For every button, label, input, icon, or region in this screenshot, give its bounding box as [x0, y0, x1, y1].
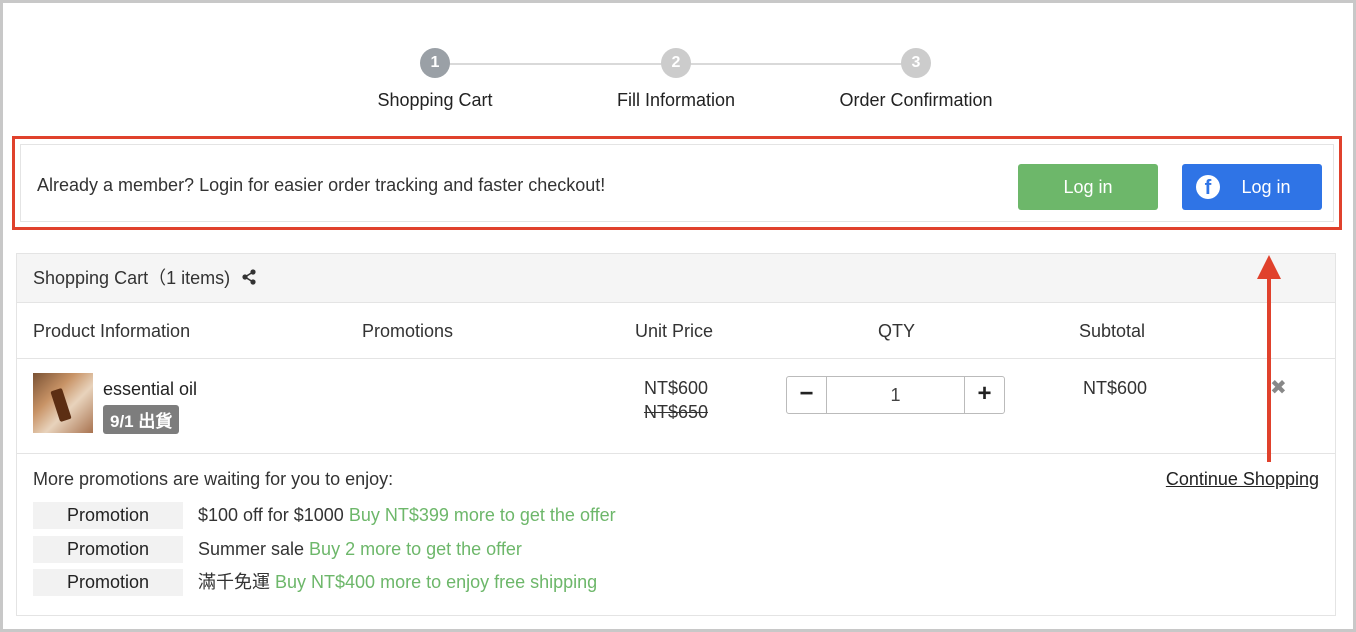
facebook-icon: f	[1196, 175, 1220, 199]
unit-price: NT$600	[643, 378, 709, 398]
promotions-section: More promotions are waiting for you to e…	[17, 454, 1335, 614]
annotation-arrow-shaft	[1267, 274, 1271, 462]
step-label: Fill Information	[616, 90, 736, 110]
shipping-date-badge: 9/1 出貨	[103, 405, 180, 434]
step-label: Shopping Cart	[377, 90, 493, 110]
member-message: Already a member? Login for easier order…	[37, 175, 606, 195]
original-price: NT$650	[643, 402, 709, 422]
step-shopping-cart: 1 Shopping Cart	[335, 48, 535, 111]
col-subtotal: Subtotal	[1079, 321, 1146, 341]
promotion-highlight-link[interactable]: Buy NT$400 more to enjoy free shipping	[275, 572, 597, 592]
decrease-quantity-button[interactable]: −	[787, 377, 827, 413]
item-subtotal: NT$600	[1082, 378, 1148, 398]
promotion-badge: Promotion	[33, 536, 183, 563]
share-icon[interactable]	[241, 255, 257, 304]
product-name[interactable]: essential oil	[103, 379, 197, 400]
product-thumbnail[interactable]	[33, 373, 93, 433]
quantity-input[interactable]	[828, 377, 963, 413]
step-number: 1	[420, 48, 450, 78]
continue-shopping-link[interactable]: Continue Shopping	[1166, 469, 1319, 490]
facebook-login-button[interactable]: f Log in	[1182, 164, 1322, 210]
cart-column-headers: Product Information Promotions Unit Pric…	[17, 303, 1335, 359]
step-number: 3	[901, 48, 931, 78]
promotion-text: $100 off for $1000	[198, 505, 344, 525]
promotion-text: Summer sale	[198, 539, 305, 559]
promotion-badge: Promotion	[33, 569, 183, 596]
promotion-badge: Promotion	[33, 502, 183, 529]
cart-title: Shopping Cart（1 items)	[33, 268, 231, 288]
col-product: Product Information	[33, 321, 191, 341]
promotion-highlight-link[interactable]: Buy 2 more to get the offer	[309, 539, 522, 559]
step-label: Order Confirmation	[839, 90, 993, 110]
annotation-arrow-up-icon	[1257, 255, 1281, 279]
cart-header: Shopping Cart（1 items)	[17, 254, 1335, 303]
shopping-cart-panel: Shopping Cart（1 items) Product Informati…	[16, 253, 1336, 616]
quantity-stepper: − +	[786, 376, 1005, 414]
promotion-text: 滿千免運	[198, 572, 270, 592]
col-promotions: Promotions	[362, 321, 454, 341]
login-button[interactable]: Log in	[1018, 164, 1158, 210]
increase-quantity-button[interactable]: +	[964, 377, 1004, 413]
member-banner-highlight: Already a member? Login for easier order…	[12, 136, 1342, 230]
col-unit-price: Unit Price	[635, 321, 714, 341]
promotions-title: More promotions are waiting for you to e…	[33, 469, 394, 489]
step-number: 2	[661, 48, 691, 78]
step-fill-information: 2 Fill Information	[576, 48, 776, 111]
close-icon[interactable]: ✖	[1270, 375, 1287, 400]
cart-item-row: essential oil 9/1 出貨 NT$600 NT$650 − + N…	[17, 359, 1335, 454]
member-banner: Already a member? Login for easier order…	[20, 144, 1334, 222]
facebook-login-label: Log in	[1241, 177, 1291, 197]
col-qty: QTY	[878, 321, 916, 341]
step-order-confirmation: 3 Order Confirmation	[816, 48, 1016, 111]
checkout-stepper: 1 Shopping Cart 2 Fill Information 3 Ord…	[0, 48, 1356, 118]
promotion-highlight-link[interactable]: Buy NT$399 more to get the offer	[349, 505, 616, 525]
